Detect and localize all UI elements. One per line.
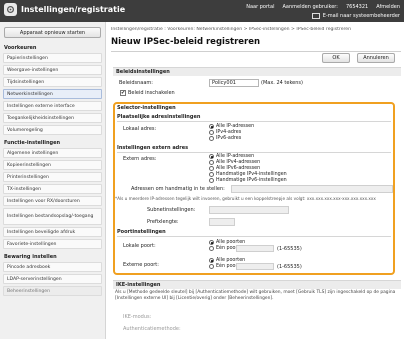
mail-admin[interactable]: E-mail naar systeembeheerder [311, 13, 400, 19]
radio-icon [209, 240, 214, 245]
sidebar-item-external-interface[interactable]: Instellingen externe interface [3, 101, 102, 111]
mail-icon [311, 13, 320, 19]
sidebar-section-title: Functie-instellingen [4, 140, 61, 146]
top-bar: Instellingen/registratie Naar portal Aan… [0, 0, 404, 22]
manual-address-input[interactable] [231, 185, 393, 193]
sidebar-item-time[interactable]: Tijdsinstellingen [3, 77, 102, 87]
policy-name-hint: (Max. 24 tekens) [261, 80, 303, 86]
prefix-length-input[interactable] [209, 218, 235, 226]
radio-icon [209, 178, 214, 183]
local-port-input[interactable] [236, 245, 274, 252]
mail-admin-link[interactable]: E-mail naar systeembeheerder [323, 13, 400, 19]
remote-port-label: Externe poort: [123, 262, 159, 268]
ike-mode-label: IKE-modus: [123, 314, 152, 320]
port-settings-title: Poortinstellingen [117, 229, 166, 235]
radio-icon [209, 124, 214, 129]
sidebar-item-secure-print[interactable]: Instellingen beveiligde afdruk [3, 227, 102, 237]
radio-icon [209, 172, 214, 177]
cancel-button[interactable]: Annuleren [357, 53, 395, 63]
sidebar-item-network[interactable]: Netwerkinstellingen [3, 89, 102, 99]
remote-all-ipv6-radio[interactable]: Alle IPv6-adressen [209, 166, 260, 171]
remote-port-input[interactable] [236, 263, 274, 270]
top-links: Naar portal Aanmelden gebruiker: 7654321… [246, 4, 400, 10]
ike-settings-note: Als u [Methode gedeelde sleutel] bij [Au… [115, 290, 396, 301]
policy-name-input[interactable]: Policy001 [209, 79, 259, 87]
remote-port-range-hint: (1-65535) [277, 264, 302, 270]
sidebar-item-address-pin[interactable]: Pincode adresboek [3, 262, 102, 272]
sidebar: Apparaat opnieuw starten Voorkeuren Papi… [0, 22, 106, 339]
remote-address-settings-title: Instellingen extern adres [117, 145, 189, 151]
radio-icon [209, 136, 214, 141]
sidebar-section-title: Bewaring instellen [4, 254, 57, 260]
sidebar-item-file-access[interactable]: Instellingen bestandsopslag/-toegang [3, 208, 102, 225]
sidebar-item-paper[interactable]: Papierinstellingen [3, 53, 102, 63]
main-content: Instellingen/registratie : Voorkeuren: N… [111, 22, 404, 339]
local-address-settings-title: Plaatselijke adresinstellingen [117, 114, 201, 120]
login-user-label: Aanmelden gebruiker: [282, 4, 338, 10]
selector-settings-header: Selector-instellingen [117, 105, 176, 111]
sidebar-item-display[interactable]: Weergave-instellingen [3, 65, 102, 75]
sidebar-item-ldap[interactable]: LDAP-serverinstellingen [3, 274, 102, 284]
sidebar-item-tx[interactable]: TX-instellingen [3, 184, 102, 194]
remote-single-port-radio[interactable]: Eén poort [209, 264, 239, 269]
remote-manual-ipv4-radio[interactable]: Handmatige IPv4-instellingen [209, 172, 287, 177]
remote-all-ip-radio[interactable]: Alle IP-adressen [209, 154, 254, 159]
app-title: Instellingen/registratie [21, 5, 126, 14]
prefix-length-label: Prefixlengte: [147, 219, 179, 225]
sidebar-section-title: Voorkeuren [4, 45, 37, 51]
auth-method-label: Authenticatiemethode: [123, 326, 181, 332]
page-title: Nieuw IPSec-beleid registreren [111, 37, 261, 47]
radio-icon [209, 166, 214, 171]
portal-link[interactable]: Naar portal [246, 4, 274, 10]
radio-icon [209, 258, 214, 263]
sidebar-item-copy[interactable]: Kopieerinstellingen [3, 160, 102, 170]
policy-name-label: Beleidsnaam: [119, 80, 153, 86]
subnet-label: Subnetinstellingen: [147, 207, 196, 213]
enable-policy-label: Beleid inschakelen [128, 90, 175, 96]
logout-link[interactable]: Afmelden [376, 4, 400, 10]
sidebar-item-management[interactable]: Beheerinstellingen [3, 286, 102, 296]
sidebar-item-accessibility[interactable]: Toegankelijkheidsinstellingen [3, 113, 102, 123]
ike-settings-header: IKE-instellingen [113, 280, 401, 289]
sidebar-item-volume[interactable]: Volumeregeling [3, 125, 102, 135]
enable-policy-checkbox[interactable]: ✔ [120, 90, 126, 96]
policy-settings-header: Beleidsinstellingen [113, 67, 401, 76]
sidebar-item-general[interactable]: Algemene instellingen [3, 148, 102, 158]
title-divider [111, 51, 401, 52]
restart-device-button[interactable]: Apparaat opnieuw starten [4, 27, 101, 38]
local-ipv4-radio[interactable]: IPv4-adres [209, 130, 241, 135]
subnet-input[interactable] [209, 206, 289, 214]
remote-address-label: Extern adres: [123, 156, 157, 162]
local-address-label: Lokaal adres: [123, 126, 157, 132]
manual-address-note: *Als u meerdere IP-adressen tegelijk wil… [115, 196, 376, 201]
ok-button[interactable]: OK [322, 53, 350, 63]
sidebar-item-favorites[interactable]: Favoriete-instellingen [3, 239, 102, 249]
local-port-label: Lokale poort: [123, 243, 156, 249]
sidebar-item-rx-forward[interactable]: Instellingen voor RX/doorsturen [3, 196, 102, 206]
local-port-range-hint: (1-65535) [277, 246, 302, 252]
remote-all-ipv4-radio[interactable]: Alle IPv4-adressen [209, 160, 260, 165]
sidebar-item-printer[interactable]: Printerinstellingen [3, 172, 102, 182]
login-user-id: 7654321 [345, 4, 369, 10]
radio-icon [209, 154, 214, 159]
local-all-ip-radio[interactable]: Alle IP-adressen [209, 124, 254, 129]
breadcrumb: Instellingen/registratie : Voorkeuren: N… [111, 27, 352, 32]
remote-manual-ipv6-radio[interactable]: Handmatige IPv6-instellingen [209, 178, 287, 183]
local-single-port-radio[interactable]: Eén poort [209, 246, 239, 251]
radio-icon [209, 264, 214, 269]
local-ipv6-radio[interactable]: IPv6-adres [209, 136, 241, 141]
radio-icon [209, 130, 214, 135]
radio-icon [209, 160, 214, 165]
manual-address-label: Adressen om handmatig in te stellen: [131, 186, 225, 192]
app-logo: Instellingen/registratie [4, 3, 125, 16]
settings-home-icon[interactable] [4, 3, 17, 16]
radio-icon [209, 246, 214, 251]
